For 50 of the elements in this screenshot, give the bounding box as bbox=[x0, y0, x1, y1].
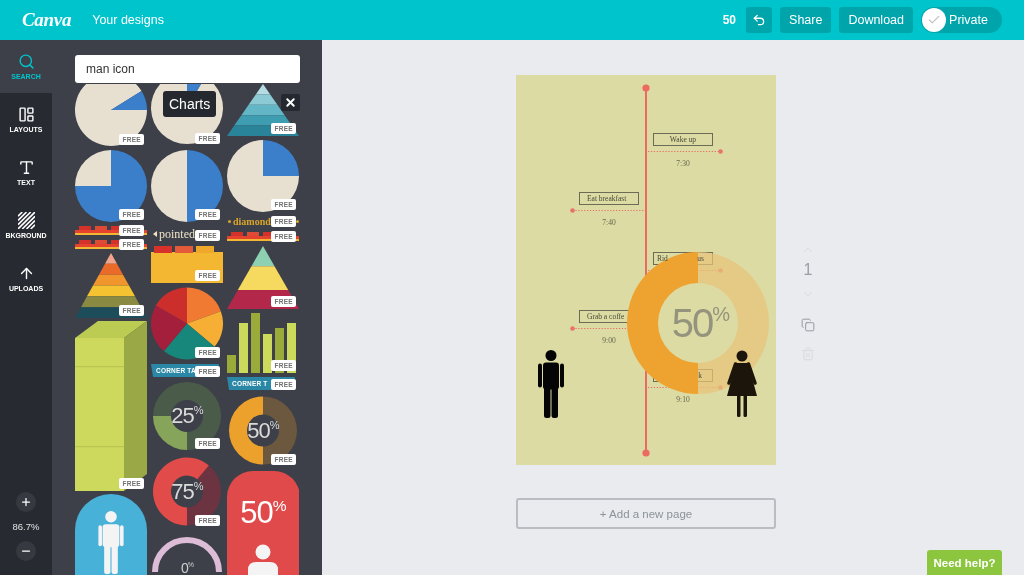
privacy-toggle[interactable]: Private bbox=[921, 7, 1002, 33]
text-sample: pointed bbox=[159, 227, 195, 240]
undo-icon bbox=[752, 13, 767, 27]
dot-icon bbox=[228, 220, 231, 223]
donut-ring bbox=[152, 537, 222, 573]
person-icon bbox=[248, 544, 278, 575]
pie-slice bbox=[187, 150, 223, 222]
nav-link[interactable]: Your designs bbox=[92, 13, 164, 27]
percent-label: 75$^{%}$ bbox=[171, 480, 203, 503]
close-icon bbox=[284, 96, 297, 109]
search-field[interactable]: man icon bbox=[75, 55, 300, 83]
close-button[interactable] bbox=[281, 94, 300, 111]
layout-icon bbox=[17, 105, 35, 123]
undo-button[interactable] bbox=[746, 7, 773, 33]
check-icon bbox=[922, 8, 946, 32]
percent-label: 50$^{%}$ bbox=[247, 419, 279, 442]
zoom-in-button[interactable] bbox=[16, 492, 36, 512]
copy-icon[interactable] bbox=[801, 318, 815, 332]
woman-icon bbox=[727, 350, 757, 417]
stripes-icon bbox=[17, 211, 35, 229]
plus-icon bbox=[20, 496, 32, 508]
zoom-level: 86.7% bbox=[12, 521, 40, 533]
person-icon bbox=[98, 511, 124, 574]
dot-icon bbox=[296, 220, 299, 223]
add-page-button[interactable]: + Add a new page bbox=[516, 498, 776, 529]
pyramid-layer bbox=[81, 296, 141, 308]
text-icon bbox=[17, 158, 35, 176]
pie-slice bbox=[151, 150, 187, 222]
pyramid-layer bbox=[87, 285, 135, 297]
count-label: 50 bbox=[722, 13, 737, 27]
bar bbox=[251, 313, 260, 373]
logo[interactable]: Canva bbox=[22, 9, 72, 31]
text-sample: diamond bbox=[233, 216, 271, 227]
bar bbox=[263, 334, 272, 373]
percent-label: 50$^{%}$ bbox=[671, 303, 729, 343]
search-icon bbox=[17, 52, 35, 70]
pyramid-layer bbox=[234, 115, 292, 126]
zoom-out-button[interactable] bbox=[16, 541, 36, 561]
pointer-icon bbox=[153, 230, 157, 237]
bar bbox=[227, 355, 236, 373]
percent-label: 0$^{%}$ bbox=[181, 561, 193, 575]
percent-label: 50$^{%}$ bbox=[240, 497, 286, 528]
share-button[interactable]: Share bbox=[780, 7, 832, 33]
tooltip: Charts bbox=[163, 91, 217, 117]
bar bbox=[239, 323, 248, 373]
man-icon bbox=[538, 350, 564, 418]
percent-label: 25$^{%}$ bbox=[171, 405, 203, 427]
help-button[interactable]: Need help? bbox=[927, 550, 1002, 575]
page-number: 1 bbox=[803, 262, 813, 278]
download-button[interactable]: Download bbox=[839, 7, 913, 33]
